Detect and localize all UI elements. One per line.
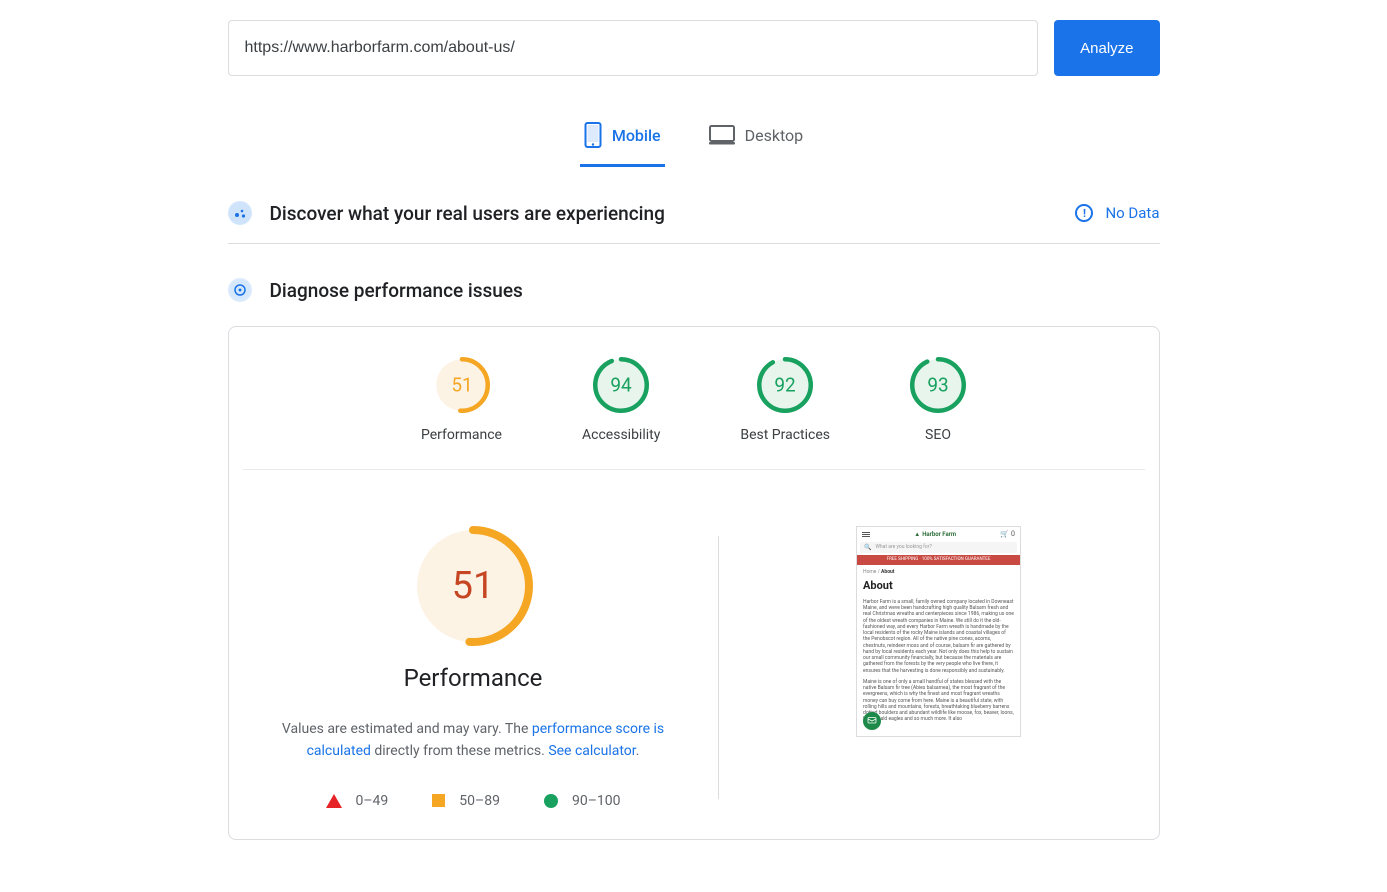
no-data-label: No Data [1105, 204, 1159, 222]
url-input[interactable] [228, 20, 1039, 76]
device-tabs: Mobile Desktop [124, 112, 1264, 167]
tab-desktop-label: Desktop [745, 126, 804, 145]
preview-breadcrumb: Home / About [863, 569, 1014, 575]
legend-red-label: 0–49 [356, 793, 389, 809]
performance-big-gauge: 51 [413, 526, 533, 646]
chat-icon [863, 712, 881, 730]
see-calculator-link[interactable]: See calculator [548, 743, 635, 759]
svg-text:51: 51 [452, 564, 495, 608]
legend-green-label: 90–100 [572, 793, 621, 809]
tab-desktop[interactable]: Desktop [705, 112, 808, 167]
alert-icon: ! [1075, 204, 1093, 222]
diagnose-card: 51 Performance 94 Accessibility 92 Best … [228, 326, 1160, 840]
gauge-label: Accessibility [582, 427, 660, 443]
svg-text:51: 51 [451, 374, 472, 397]
desktop-icon [709, 125, 735, 145]
discover-icon [228, 201, 252, 225]
diagnose-title: Diagnose performance issues [270, 279, 1160, 302]
page-screenshot-preview: ▲Harbor Farm 🛒0 🔍 What are you looking f… [856, 526, 1021, 737]
legend-red-icon [326, 794, 342, 808]
legend-orange-icon [432, 794, 445, 807]
gauge-label: Best Practices [740, 427, 830, 443]
preview-paragraph-2: Maine is one of only a small handful of … [863, 679, 1014, 723]
no-data-link[interactable]: ! No Data [1075, 204, 1159, 222]
performance-heading: Performance [404, 664, 543, 692]
preview-logo: ▲Harbor Farm [914, 531, 956, 539]
performance-description: Values are estimated and may vary. The p… [259, 718, 688, 763]
legend-green-icon [544, 794, 558, 808]
vertical-divider [718, 536, 719, 799]
svg-text:94: 94 [610, 374, 632, 397]
gauge-label: Performance [421, 427, 502, 443]
hamburger-icon [862, 532, 870, 537]
score-legend: 0–49 50–89 90–100 [326, 793, 621, 809]
tab-mobile-label: Mobile [612, 126, 661, 145]
preview-heading: About [863, 579, 1014, 593]
preview-banner: FREE SHIPPING · 100% SATISFACTION GUARAN… [857, 555, 1020, 565]
search-icon: 🔍 [864, 544, 871, 552]
gauge-seo[interactable]: 93 SEO [910, 357, 966, 443]
analyze-button[interactable]: Analyze [1054, 20, 1159, 76]
tab-mobile[interactable]: Mobile [580, 112, 665, 167]
preview-search-placeholder: What are you looking for? [875, 544, 931, 550]
legend-orange-label: 50–89 [459, 793, 500, 809]
gauge-label: SEO [925, 427, 951, 443]
diagnose-icon [228, 278, 252, 302]
svg-text:93: 93 [927, 374, 948, 397]
gauge-accessibility[interactable]: 94 Accessibility [582, 357, 660, 443]
svg-text:92: 92 [774, 374, 795, 397]
cart-icon: 🛒0 [1000, 530, 1015, 539]
preview-paragraph-1: Harbor Farm is a small, family owned com… [863, 599, 1014, 674]
gauge-performance[interactable]: 51 Performance [421, 357, 502, 443]
mobile-icon [584, 122, 602, 148]
discover-title: Discover what your real users are experi… [270, 202, 1058, 225]
gauge-best-practices[interactable]: 92 Best Practices [740, 357, 830, 443]
